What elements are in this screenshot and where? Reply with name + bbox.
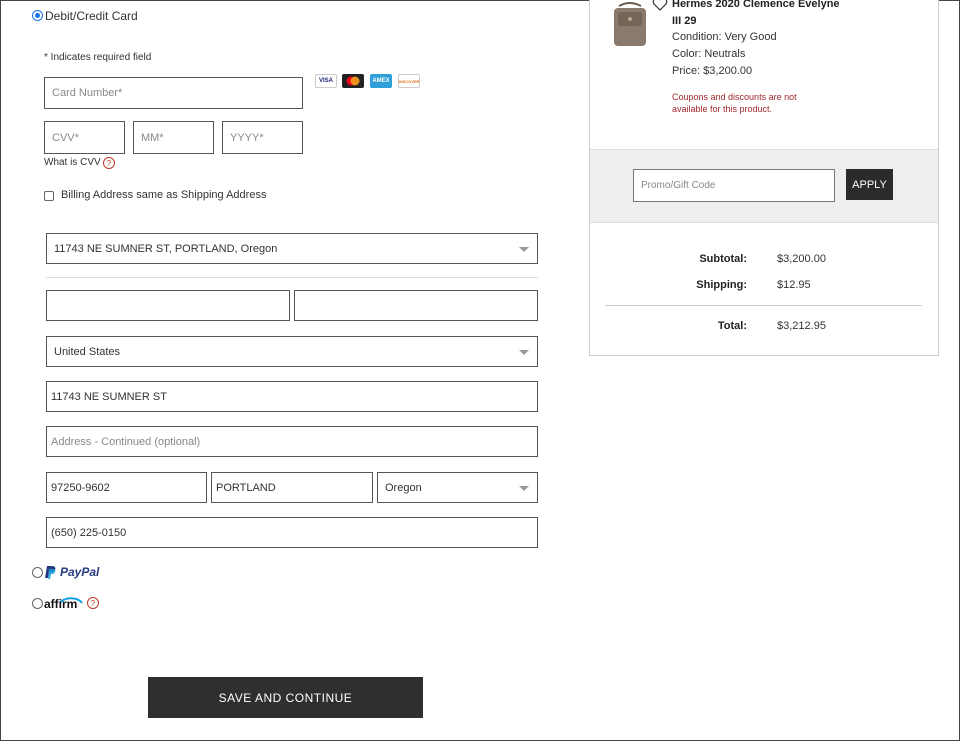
address1-input[interactable]: 11743 NE SUMNER ST xyxy=(46,381,538,412)
what-is-cvv-link[interactable]: What is CVV xyxy=(44,157,101,168)
card-radio[interactable] xyxy=(32,10,43,21)
affirm-radio[interactable] xyxy=(32,598,43,609)
product-price: Price: $3,200.00 xyxy=(672,65,753,77)
visa-icon: VISA xyxy=(315,74,337,88)
coupon-note-line2: available for this product. xyxy=(672,104,773,114)
paypal-label: PayPal xyxy=(60,565,100,579)
product-title-line2[interactable]: III 29 xyxy=(672,15,696,27)
required-note: * Indicates required field xyxy=(44,52,152,63)
cvv-input[interactable]: CVV* xyxy=(44,121,125,154)
paypal-icon xyxy=(45,566,56,579)
cvv-help-icon[interactable]: ? xyxy=(103,157,115,169)
total-value: $3,212.95 xyxy=(777,320,826,332)
state-select[interactable]: Oregon xyxy=(377,472,538,503)
affirm-label: affirm xyxy=(44,597,78,611)
promo-section: Promo/Gift Code APPLY xyxy=(590,149,938,223)
same-as-shipping-checkbox[interactable] xyxy=(44,191,54,201)
affirm-help-icon[interactable]: ? xyxy=(87,597,99,609)
apply-button[interactable]: APPLY xyxy=(846,169,893,200)
wishlist-heart-icon[interactable] xyxy=(652,0,668,11)
shipping-label: Shipping: xyxy=(696,279,747,291)
product-color: Color: Neutrals xyxy=(672,48,746,60)
year-input[interactable]: YYYY* xyxy=(222,121,303,154)
saved-address-select[interactable]: 11743 NE SUMNER ST, PORTLAND, Oregon xyxy=(46,233,538,264)
totals-divider xyxy=(605,305,922,306)
paypal-radio[interactable] xyxy=(32,567,43,578)
card-option-label[interactable]: Debit/Credit Card xyxy=(45,9,138,23)
city-input[interactable]: PORTLAND xyxy=(211,472,373,503)
total-label: Total: xyxy=(717,320,747,332)
address2-input[interactable]: Address - Continued (optional) xyxy=(46,426,538,457)
last-name-input[interactable] xyxy=(294,290,538,321)
country-select[interactable]: United States xyxy=(46,336,538,367)
subtotal-value: $3,200.00 xyxy=(777,253,826,265)
product-image[interactable] xyxy=(609,2,651,48)
paypal-logo[interactable]: PayPal xyxy=(45,565,99,579)
amex-icon: AMEX xyxy=(370,74,392,88)
product-title-line1[interactable]: Hermes 2020 Clemence Evelyne xyxy=(672,0,840,10)
first-name-input[interactable] xyxy=(46,290,290,321)
discover-icon: DISCOVER xyxy=(398,74,420,88)
coupon-note-line1: Coupons and discounts are not xyxy=(672,92,797,102)
phone-input[interactable]: (650) 225-0150 xyxy=(46,517,538,548)
mastercard-icon xyxy=(342,74,364,88)
product-condition: Condition: Very Good xyxy=(672,31,777,43)
subtotal-label: Subtotal: xyxy=(699,253,747,265)
card-number-input[interactable]: Card Number* xyxy=(44,77,303,109)
shipping-value: $12.95 xyxy=(777,279,811,291)
save-and-continue-button[interactable]: SAVE AND CONTINUE xyxy=(148,677,423,718)
same-as-shipping-label[interactable]: Billing Address same as Shipping Address xyxy=(61,189,266,201)
zip-input[interactable]: 97250-9602 xyxy=(46,472,207,503)
month-input[interactable]: MM* xyxy=(133,121,214,154)
order-summary: Hermes 2020 Clemence Evelyne III 29 Cond… xyxy=(589,0,939,356)
divider xyxy=(46,277,538,278)
promo-code-input[interactable]: Promo/Gift Code xyxy=(633,169,835,202)
